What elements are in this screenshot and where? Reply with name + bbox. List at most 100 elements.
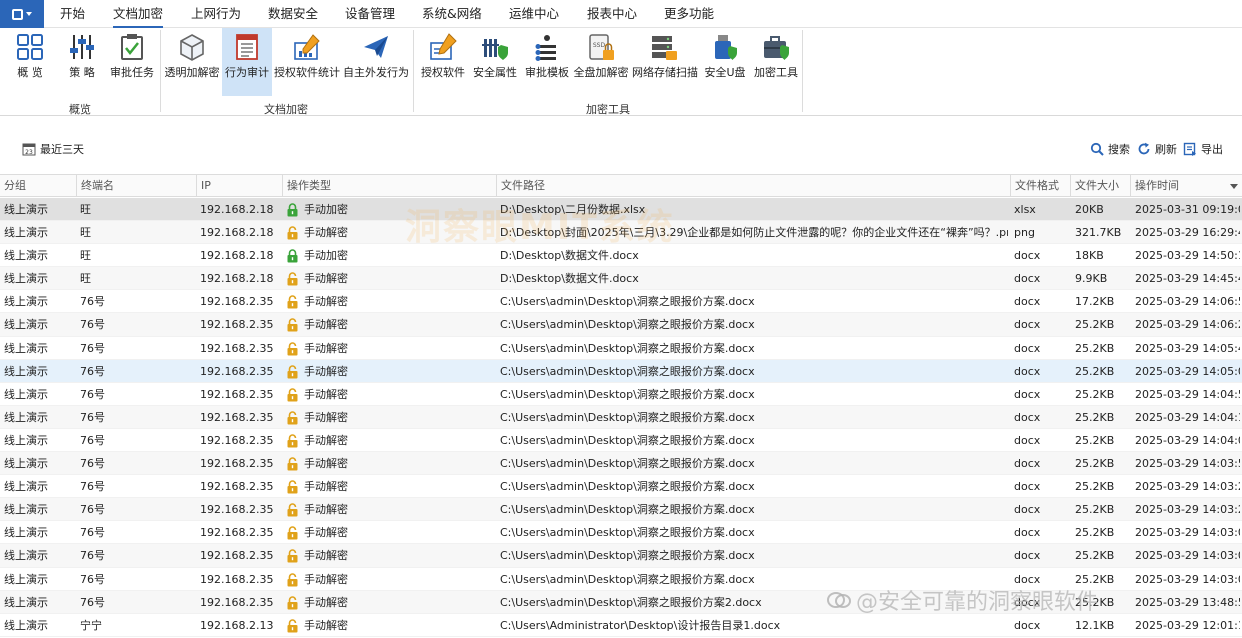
column-header-3[interactable]: 操作类型 xyxy=(282,175,496,197)
menu-item-0[interactable]: 开始 xyxy=(60,0,85,28)
file-size-cell: 12.1KB xyxy=(1075,618,1115,632)
operation-cell: 手动解密 xyxy=(286,475,494,498)
table-row[interactable]: 线上演示 旺 192.168.2.18 手动解密 D:\Desktop\数据文件.doc… xyxy=(0,267,1242,291)
ribbon-button-full-disk-crypto[interactable]: SSD 全盘加解密 xyxy=(573,28,629,96)
terminal-cell: 76号 xyxy=(80,595,105,609)
group-cell: 线上演示 xyxy=(4,249,48,263)
app-menu-button[interactable] xyxy=(0,0,44,28)
column-header-label: 文件路径 xyxy=(501,179,545,192)
search-button[interactable]: 搜索 xyxy=(1090,141,1130,157)
ribbon-button-behavior-audit[interactable]: 行为审计 xyxy=(222,28,272,96)
menu-item-7[interactable]: 报表中心 xyxy=(587,0,637,28)
operation-cell: 手动解密 xyxy=(286,360,494,383)
menu-item-4[interactable]: 设备管理 xyxy=(345,0,395,28)
ribbon-button-transparent-crypto-cube[interactable]: 透明加解密 xyxy=(163,28,221,96)
operation-time-cell: 2025-03-29 14:03:00 xyxy=(1135,572,1240,586)
column-header-6[interactable]: 文件大小 xyxy=(1070,175,1130,197)
column-header-7[interactable]: 操作时间 xyxy=(1130,175,1242,197)
table-row[interactable]: 线上演示 76号 192.168.2.35 手动解密 C:\Users\admin\De… xyxy=(0,290,1242,314)
column-header-1[interactable]: 终端名 xyxy=(76,175,196,197)
sort-descending-icon[interactable] xyxy=(1230,184,1238,189)
table-row[interactable]: 线上演示 76号 192.168.2.35 手动解密 C:\Users\admin\De… xyxy=(0,475,1242,499)
operation-cell: 手动加密 xyxy=(286,198,494,221)
file-format-cell: docx xyxy=(1014,364,1041,378)
ribbon-button-label: 透明加解密 xyxy=(164,66,220,79)
column-header-4[interactable]: 文件路径 xyxy=(496,175,1010,197)
calendar-icon: 23 xyxy=(22,143,36,156)
operation-type-text: 手动解密 xyxy=(304,387,348,401)
file-path-cell: D:\Desktop\封面\2025年\三月\3.29\企业都是如何防止文件泄露… xyxy=(500,226,1008,240)
date-filter-label: 最近三天 xyxy=(40,143,84,156)
column-header-2[interactable]: IP xyxy=(196,175,282,197)
table-row[interactable]: 线上演示 76号 192.168.2.35 手动解密 C:\Users\admin\De… xyxy=(0,544,1242,568)
file-size-cell: 25.2KB xyxy=(1075,457,1115,471)
ribbon-button-secure-usb[interactable]: 安全U盘 xyxy=(703,28,747,96)
table-row[interactable]: 线上演示 76号 192.168.2.35 手动解密 C:\Users\admin\De… xyxy=(0,568,1242,591)
secure-usb-icon xyxy=(711,33,739,61)
column-header-label: 操作时间 xyxy=(1135,179,1179,192)
ribbon-button-approval-task[interactable]: 审批任务 xyxy=(108,28,156,96)
table-row[interactable]: 线上演示 76号 192.168.2.35 手动解密 C:\Users\admin\De… xyxy=(0,383,1242,406)
table-row[interactable]: 线上演示 76号 192.168.2.35 手动解密 C:\Users\admin\De… xyxy=(0,313,1242,337)
operation-cell: 手动解密 xyxy=(286,337,494,360)
file-format-cell: docx xyxy=(1014,618,1041,632)
table-row[interactable]: 线上演示 旺 192.168.2.18 手动加密 D:\Desktop\数据文件.doc… xyxy=(0,244,1242,268)
table-row[interactable]: 线上演示 76号 192.168.2.35 手动解密 C:\Users\admin\De… xyxy=(0,498,1242,522)
ribbon-button-outgoing-send[interactable]: 自主外发行为 xyxy=(342,28,410,96)
ribbon-button-network-storage-scan[interactable]: 网络存储扫描 xyxy=(632,28,698,96)
menu-item-8[interactable]: 更多功能 xyxy=(664,0,714,28)
terminal-cell: 76号 xyxy=(80,318,105,332)
ribbon-button-label: 安全U盘 xyxy=(704,66,746,79)
file-size-cell: 25.2KB xyxy=(1075,318,1115,332)
file-path-cell: C:\Users\admin\Desktop\洞察之眼报价方案.docx xyxy=(500,480,755,494)
unlock-icon xyxy=(286,388,304,402)
ribbon-button-authorized-software[interactable]: 授权软件 xyxy=(418,28,468,96)
terminal-cell: 76号 xyxy=(80,433,105,447)
terminal-cell: 76号 xyxy=(80,341,105,355)
file-format-cell: docx xyxy=(1014,272,1041,286)
ribbon-button-policy-sliders[interactable]: 策 略 xyxy=(60,28,104,96)
terminal-cell: 76号 xyxy=(80,503,105,517)
column-header-0[interactable]: 分组 xyxy=(0,175,76,197)
date-filter-button[interactable]: 23 最近三天 xyxy=(22,141,84,157)
table-row[interactable]: 线上演示 宁宁 192.168.2.13 手动解密 C:\Users\Administr… xyxy=(0,614,1242,637)
table-row[interactable]: 线上演示 旺 192.168.2.18 手动解密 D:\Desktop\封面\2025年… xyxy=(0,221,1242,245)
operation-type-text: 手动解密 xyxy=(304,410,348,424)
ribbon-button-authorized-software-stats[interactable]: 授权软件统计 xyxy=(274,28,340,96)
table-row[interactable]: 线上演示 76号 192.168.2.35 手动解密 C:\Users\admin\De… xyxy=(0,590,1242,614)
operation-type-text: 手动解密 xyxy=(304,433,348,447)
table-row[interactable]: 线上演示 76号 192.168.2.35 手动解密 C:\Users\admin\De… xyxy=(0,359,1242,383)
ribbon-button-overview-grid[interactable]: 概 览 xyxy=(14,28,46,96)
table-row[interactable]: 线上演示 76号 192.168.2.35 手动解密 C:\Users\admin\De… xyxy=(0,405,1242,429)
terminal-cell: 76号 xyxy=(80,549,105,563)
operation-type-text: 手动解密 xyxy=(304,503,348,517)
export-button[interactable]: 导出 xyxy=(1183,141,1223,157)
table-row[interactable]: 线上演示 76号 192.168.2.35 手动解密 C:\Users\admin\De… xyxy=(0,521,1242,545)
column-header-5[interactable]: 文件格式 xyxy=(1010,175,1070,197)
file-size-cell: 25.2KB xyxy=(1075,572,1115,586)
operation-cell: 手动解密 xyxy=(286,313,494,336)
file-path-cell: C:\Users\admin\Desktop\洞察之眼报价方案.docx xyxy=(500,341,755,355)
refresh-button[interactable]: 刷新 xyxy=(1137,141,1177,157)
ribbon-button-approval-template[interactable]: 审批模板 xyxy=(522,28,572,96)
menu-item-2[interactable]: 上网行为 xyxy=(191,0,241,28)
table-row[interactable]: 线上演示 76号 192.168.2.35 手动解密 C:\Users\admin\De… xyxy=(0,429,1242,453)
ribbon-button-security-attributes[interactable]: 安全属性 xyxy=(472,28,518,96)
file-size-cell: 20KB xyxy=(1075,203,1104,216)
ribbon-button-label: 审批任务 xyxy=(110,66,154,79)
file-format-cell: xlsx xyxy=(1014,203,1036,216)
unlock-icon xyxy=(286,226,304,240)
menu-item-5[interactable]: 系统&网络 xyxy=(422,0,482,28)
table-row[interactable]: 线上演示 76号 192.168.2.35 手动解密 C:\Users\admin\De… xyxy=(0,452,1242,476)
menu-item-6[interactable]: 运维中心 xyxy=(509,0,559,28)
table-row[interactable]: 线上演示 旺 192.168.2.18 手动加密 D:\Desktop\二月份数据.xl… xyxy=(0,198,1242,222)
menu-item-1[interactable]: 文档加密 xyxy=(113,0,164,28)
table-row[interactable]: 线上演示 76号 192.168.2.35 手动解密 C:\Users\admin\De… xyxy=(0,337,1242,360)
menu-item-3[interactable]: 数据安全 xyxy=(268,0,318,28)
operation-type-text: 手动解密 xyxy=(304,295,348,309)
file-size-cell: 25.2KB xyxy=(1075,387,1115,401)
ip-cell: 192.168.2.18 xyxy=(200,272,274,286)
file-format-cell: docx xyxy=(1014,341,1041,355)
unlock-icon xyxy=(286,318,304,332)
ribbon-button-encrypt-toolbox[interactable]: 加密工具 xyxy=(751,28,801,96)
